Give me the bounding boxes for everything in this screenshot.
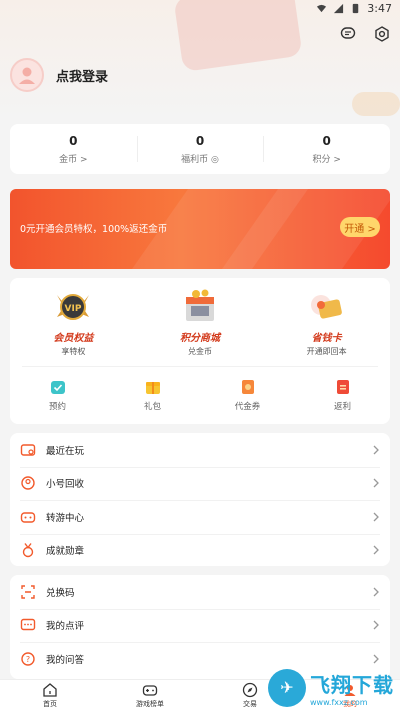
user-icon: [19, 67, 35, 84]
shortcut-rebate[interactable]: 返利: [295, 378, 390, 412]
perk-subtitle: 兑金币: [188, 347, 212, 356]
perk-title: 会员权益: [53, 333, 94, 344]
vip-badge-icon: VIP: [57, 294, 90, 320]
transfer-game-icon: [20, 512, 36, 523]
gift-icon: [145, 382, 160, 394]
menu-label: 兑换码: [46, 587, 75, 599]
decoration-shape: [352, 92, 400, 116]
perk-points-store[interactable]: 积分商城 兑金币: [137, 287, 264, 357]
profile-section[interactable]: 点我登录: [10, 58, 108, 92]
status-time: 3:47: [367, 1, 392, 15]
wifi-icon: [317, 4, 327, 12]
voucher-icon: [241, 380, 254, 394]
watermark-logo-icon: ✈: [268, 668, 306, 707]
home-icon: [43, 683, 57, 697]
stats-card: 0 金币 > 0 福利币 ◎ 0 积分 >: [10, 124, 390, 174]
watermark: ✈ 飞翔下载 www.fxxz.com: [268, 664, 400, 711]
menu-label: 我的点评: [46, 621, 85, 633]
shortcut-reserve[interactable]: 预约: [10, 378, 105, 412]
menu-label: 成就勋章: [46, 546, 85, 558]
stat-label: 积分 >: [312, 154, 341, 165]
chevron-right-icon: [373, 445, 379, 455]
review-icon: [20, 619, 36, 631]
status-bar: 3:47: [0, 0, 400, 16]
watermark-title: 飞翔下载: [310, 672, 394, 697]
menu-label: 转游中心: [46, 512, 85, 524]
avatar[interactable]: [10, 58, 44, 92]
shortcut-gift[interactable]: 礼包: [105, 378, 200, 412]
menu-label: 小号回收: [46, 479, 85, 491]
perk-title: 省钱卡: [311, 333, 342, 344]
login-link[interactable]: 点我登录: [56, 66, 108, 85]
shortcut-label: 代金券: [234, 402, 261, 412]
shortcut-label: 礼包: [143, 402, 161, 412]
stat-value: 0: [322, 133, 331, 148]
settings-button[interactable]: [372, 24, 392, 44]
message-icon: [340, 27, 356, 39]
perk-subtitle: 开通即回本: [306, 347, 347, 356]
stat-welfare-coins[interactable]: 0 福利币 ◎: [136, 124, 264, 174]
stat-value: 0: [69, 133, 78, 148]
signal-icon: [334, 3, 344, 13]
menu-item-transfer-center[interactable]: 转游中心: [10, 500, 390, 534]
perk-subtitle: 享特权: [61, 347, 86, 356]
chevron-right-icon: [373, 512, 379, 522]
stat-label: 金币 >: [59, 154, 88, 165]
chevron-right-icon: [373, 478, 379, 488]
svg-text:VIP: VIP: [65, 304, 82, 314]
shortcut-voucher[interactable]: 代金券: [200, 378, 295, 412]
shortcut-label: 返利: [333, 402, 351, 412]
tab-label: 交易: [243, 700, 257, 708]
stat-value: 0: [195, 133, 205, 148]
chevron-right-icon: [373, 587, 379, 597]
reserve-icon: [50, 381, 65, 394]
account-recycle-icon: [21, 476, 35, 490]
tab-game-ranking[interactable]: 游戏榜单: [100, 680, 200, 711]
points-store-icon: [186, 289, 214, 321]
stat-points[interactable]: 0 积分 >: [263, 124, 390, 174]
saving-card-icon: [310, 295, 342, 319]
vip-banner[interactable]: 0元开通会员特权，100%返还金币 开通 >: [10, 189, 390, 269]
menu-card-primary: 最近在玩 小号回收 转游中心 成就勋章: [10, 433, 390, 566]
menu-item-redeem-code[interactable]: 兑换码: [10, 575, 390, 609]
menu-label: 最近在玩: [46, 445, 85, 457]
menu-item-recent-play[interactable]: 最近在玩: [10, 433, 390, 467]
chevron-right-icon: [373, 620, 379, 630]
header-actions: [338, 24, 392, 44]
chevron-right-icon: [373, 654, 379, 664]
qa-icon: ?: [21, 652, 35, 666]
svg-text:?: ?: [26, 655, 30, 664]
medal-icon: [22, 543, 34, 558]
perk-title: 积分商城: [180, 333, 220, 344]
redeem-code-icon: [21, 585, 35, 599]
stat-coins[interactable]: 0 金币 >: [10, 124, 137, 174]
perk-saving-card[interactable]: 省钱卡 开通即回本: [263, 287, 390, 357]
rebate-icon: [336, 380, 349, 394]
battery-icon: [353, 3, 359, 13]
tab-home[interactable]: 首页: [0, 680, 100, 711]
shortcut-label: 预约: [48, 402, 66, 412]
recent-play-icon: [20, 444, 36, 456]
vip-open-button[interactable]: 开通 >: [340, 217, 380, 237]
watermark-url: www.fxxz.com: [310, 697, 368, 707]
message-button[interactable]: [338, 24, 358, 44]
perk-vip-rights[interactable]: VIP 会员权益 享特权: [10, 287, 137, 357]
menu-item-my-reviews[interactable]: 我的点评: [10, 608, 390, 643]
compass-icon: [242, 682, 258, 698]
tab-label: 游戏榜单: [136, 700, 164, 708]
stat-label: 福利币 ◎: [181, 154, 219, 165]
perks-card: VIP 会员权益 享特权 积分商城 兑金币 省钱卡 开通即回本 预约 礼包 代金…: [10, 278, 390, 424]
gear-icon: [375, 26, 389, 42]
tab-label: 首页: [43, 700, 57, 708]
menu-item-medals[interactable]: 成就勋章: [10, 533, 390, 568]
gamepad-icon: [142, 685, 158, 696]
chevron-right-icon: [373, 545, 379, 555]
vip-banner-text: 0元开通会员特权，100%返还金币: [20, 224, 168, 235]
menu-item-account-recycle[interactable]: 小号回收: [10, 466, 390, 501]
